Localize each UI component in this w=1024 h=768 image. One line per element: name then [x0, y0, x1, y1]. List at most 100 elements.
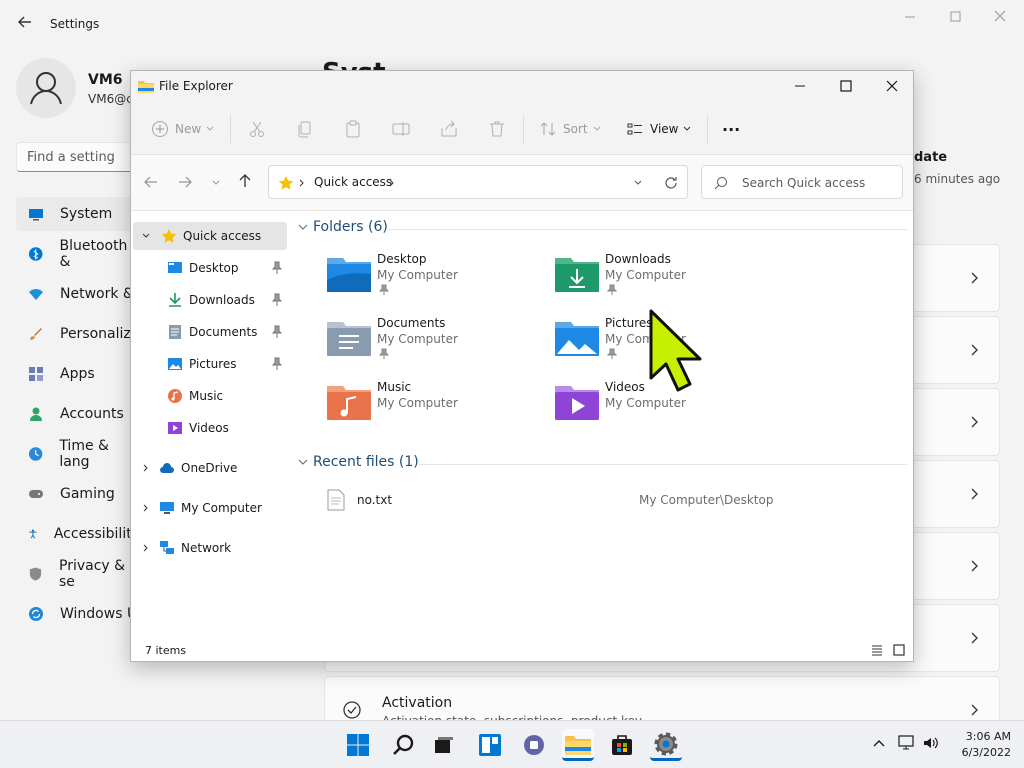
nav-item-windows-update[interactable]: Windows U [16, 597, 140, 631]
network-icon [160, 541, 174, 554]
breadcrumb[interactable]: Quick access [314, 175, 392, 189]
nav-item-accounts[interactable]: Accounts [16, 397, 140, 431]
brush-icon [30, 328, 42, 340]
nav-item-privacy[interactable]: Privacy & se [16, 557, 140, 591]
details-view-icon[interactable] [871, 644, 883, 656]
avatar[interactable] [16, 58, 76, 118]
copy-icon[interactable] [295, 119, 315, 139]
update-time: 6 minutes ago [914, 172, 1001, 186]
address-input[interactable]: Quick access [268, 165, 688, 199]
nav-label: Apps [60, 366, 95, 382]
clock-time[interactable]: 3:06 AM [957, 730, 1011, 743]
settings-taskbar-button[interactable] [650, 729, 682, 761]
chevron-right-icon [971, 488, 978, 500]
tree-item-onedrive[interactable]: OneDrive [133, 454, 287, 482]
explorer-titlebar[interactable]: File Explorer [131, 71, 913, 103]
start-button[interactable] [342, 729, 374, 761]
chevron-right-icon[interactable] [141, 503, 151, 513]
chevron-down-icon[interactable] [141, 231, 151, 241]
task-view-button[interactable] [428, 729, 460, 761]
folder-tile-downloads[interactable]: Downloads My Computer [555, 250, 775, 306]
tree-label: Downloads [189, 293, 255, 307]
back-arrow-icon[interactable] [143, 175, 159, 189]
tree-item-my-computer[interactable]: My Computer [133, 494, 287, 522]
tiles-view-icon[interactable] [893, 644, 905, 656]
breadcrumb-chevron-icon[interactable] [389, 179, 395, 187]
minimize-icon[interactable] [900, 8, 920, 26]
widgets-button[interactable] [474, 729, 506, 761]
toolbar-separator [707, 115, 708, 143]
pin-icon[interactable] [271, 261, 283, 275]
tree-item-downloads[interactable]: Downloads [133, 286, 287, 314]
folder-tile-documents[interactable]: Documents My Computer [327, 314, 547, 370]
tree-label: Desktop [189, 261, 239, 275]
close-icon[interactable] [881, 77, 903, 95]
nav-item-time-language[interactable]: Time & lang [16, 437, 140, 471]
nav-item-bluetooth[interactable]: Bluetooth & [16, 237, 140, 271]
share-icon[interactable] [439, 119, 459, 139]
maximize-icon[interactable] [945, 8, 965, 26]
folder-location: My Computer [605, 396, 686, 410]
pin-icon[interactable] [271, 293, 283, 307]
view-list-icon [627, 123, 642, 135]
teams-chat-button[interactable] [518, 729, 550, 761]
nav-item-accessibility[interactable]: Accessibility [16, 517, 140, 551]
forward-arrow-icon[interactable] [177, 175, 193, 189]
chevron-right-icon[interactable] [141, 543, 151, 553]
maximize-icon[interactable] [835, 77, 857, 95]
clock-date[interactable]: 6/3/2022 [950, 746, 1011, 759]
up-arrow-icon[interactable] [237, 173, 253, 189]
folder-tile-desktop[interactable]: Desktop My Computer [327, 250, 547, 306]
tree-label: Documents [189, 325, 258, 339]
settings-search-input[interactable]: Find a setting [16, 142, 140, 172]
cut-icon[interactable] [247, 119, 267, 139]
tree-item-documents[interactable]: Documents [133, 318, 287, 346]
chevron-down-icon[interactable] [633, 179, 643, 187]
chat-icon [524, 735, 544, 755]
nav-item-system[interactable]: System [16, 197, 140, 231]
pin-icon[interactable] [271, 357, 283, 371]
nav-item-personalization[interactable]: Personaliza [16, 317, 140, 351]
folders-section-header[interactable]: Folders (6) [297, 219, 388, 235]
tree-item-quick-access[interactable]: Quick access [133, 222, 287, 250]
chevron-up-icon[interactable] [872, 738, 886, 748]
rename-icon[interactable] [391, 119, 411, 139]
tree-item-videos[interactable]: Videos [133, 414, 287, 442]
tree-item-pictures[interactable]: Pictures [133, 350, 287, 378]
chevron-right-icon[interactable] [141, 463, 151, 473]
recent-section-header[interactable]: Recent files (1) [297, 454, 419, 470]
folder-name: Downloads [605, 252, 671, 266]
folder-tile-music[interactable]: Music My Computer [327, 378, 547, 434]
search-button[interactable] [387, 729, 419, 761]
volume-icon[interactable] [922, 735, 940, 751]
folder-name: Desktop [377, 252, 427, 266]
tree-item-network[interactable]: Network [133, 534, 287, 562]
folder-location: My Computer [377, 396, 458, 410]
paste-icon[interactable] [343, 119, 363, 139]
minimize-icon[interactable] [789, 77, 811, 95]
pin-icon[interactable] [271, 325, 283, 339]
documents-icon [169, 325, 181, 339]
back-arrow-icon[interactable] [16, 13, 34, 31]
recent-file-row[interactable]: no.txt My Computer\Desktop [327, 487, 887, 517]
system-icon [29, 209, 43, 221]
refresh-icon[interactable] [663, 175, 679, 191]
tree-item-music[interactable]: Music [133, 382, 287, 410]
view-button[interactable]: View [626, 117, 692, 141]
more-options-button[interactable]: ··· [722, 117, 740, 141]
chevron-down-icon[interactable] [211, 179, 221, 187]
search-input[interactable]: Search Quick access [701, 165, 903, 199]
nav-item-network[interactable]: Network & [16, 277, 140, 311]
new-button[interactable]: New [151, 117, 215, 141]
nav-item-gaming[interactable]: Gaming [16, 477, 140, 511]
videos-icon [168, 422, 182, 434]
nav-item-apps[interactable]: Apps [16, 357, 140, 391]
tree-item-desktop[interactable]: Desktop [133, 254, 287, 282]
network-status-icon[interactable] [898, 735, 916, 751]
delete-icon[interactable] [487, 119, 507, 139]
sort-button[interactable]: Sort [539, 117, 602, 141]
close-icon[interactable] [990, 8, 1010, 26]
desktop-folder-icon [327, 258, 371, 292]
store-button[interactable] [606, 729, 638, 761]
file-explorer-taskbar-button[interactable] [562, 729, 594, 761]
